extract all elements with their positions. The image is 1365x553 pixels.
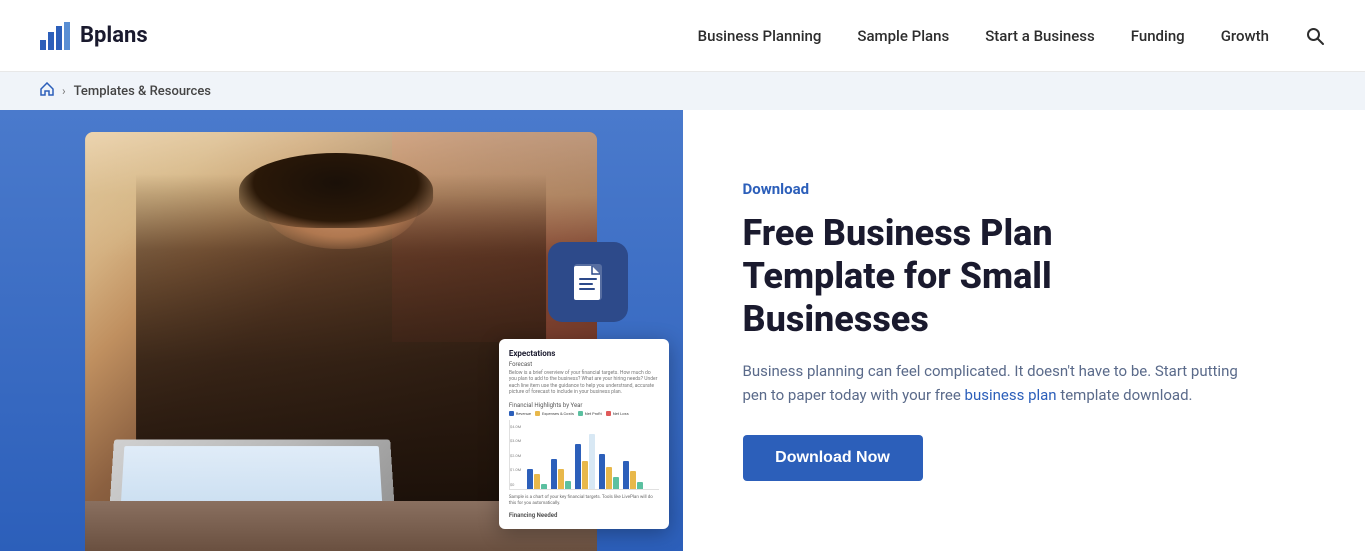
main-headline: Free Business Plan Template for Small Bu… [743,212,1306,342]
bar-1-revenue [527,469,533,489]
spreadsheet-section2: Financial Highlights by Year [509,402,659,409]
legend-dot-profit [578,411,583,416]
bar-5-expense [630,471,636,489]
hero-content: Download Free Business Plan Template for… [683,110,1365,551]
download-label: Download [743,180,1306,198]
bar-1-expense [534,474,540,489]
bar-3-extra [589,434,595,489]
bar-chart: $4.0M $3.0M $2.0M $1.0M $0 [509,420,659,490]
spreadsheet-financing: Financing Needed [509,512,659,519]
spreadsheet-title: Expectations [509,349,659,358]
business-plan-link[interactable]: business plan [965,386,1057,404]
logo-text: Bplans [80,23,148,48]
legend-net-profit: Net Profit [578,411,602,416]
nav-funding[interactable]: Funding [1131,27,1185,45]
bar-4-revenue [599,454,605,489]
legend-expenses: Expenses & Costs [535,411,574,416]
bar-1-profit [541,484,547,489]
download-now-button[interactable]: Download Now [743,435,923,481]
nav-business-planning[interactable]: Business Planning [698,27,822,45]
nav-growth[interactable]: Growth [1221,27,1269,45]
bar-2-expense [558,469,564,489]
bar-4-expense [606,467,612,489]
y-axis: $4.0M $3.0M $2.0M $1.0M $0 [510,424,521,489]
legend-dot-revenue [509,411,514,416]
search-icon[interactable] [1305,26,1325,46]
breadcrumb-home[interactable] [40,82,54,100]
nav-start-business[interactable]: Start a Business [985,27,1095,45]
headline-line3: Businesses [743,298,929,340]
logo-icon [40,22,72,50]
breadcrumb: › Templates & Resources [0,72,1365,110]
hero-image-area: Expectations Forecast Below is a brief o… [0,110,683,551]
logo[interactable]: Bplans [40,22,148,50]
legend-revenue: Revenue [509,411,531,416]
main-nav: Business Planning Sample Plans Start a B… [698,26,1325,46]
site-header: Bplans Business Planning Sample Plans St… [0,0,1365,72]
chart-legend: Revenue Expenses & Costs Net Profit Net … [509,411,659,416]
bar-5-profit [637,482,643,489]
headline-line2: Template for Small [743,255,1052,297]
legend-dot-expenses [535,411,540,416]
bar-3-expense [582,461,588,489]
legend-label-expenses: Expenses & Costs [542,411,574,416]
chart-group-2 [551,459,571,489]
breadcrumb-separator: › [62,84,66,98]
bar-3-revenue [575,444,581,489]
breadcrumb-current: Templates & Resources [74,84,211,99]
bar-4-profit [613,477,619,489]
headline-line1: Free Business Plan [743,212,1053,254]
photo-hair [239,153,434,228]
spreadsheet-section1-text: Below is a brief overview of your financ… [509,370,659,396]
bar-2-profit [565,481,571,489]
legend-label-profit: Net Profit [585,411,602,416]
bar-5-revenue [623,461,629,489]
bar-2-revenue [551,459,557,489]
chart-group-5 [623,461,643,489]
nav-sample-plans[interactable]: Sample Plans [857,27,949,45]
spreadsheet-footer: Sample is a chart of your key financial … [509,495,659,508]
spreadsheet-preview: Expectations Forecast Below is a brief o… [499,339,669,529]
legend-net-loss: Net Loss [606,411,629,416]
chart-group-4 [599,454,619,489]
chart-group-1 [527,469,547,489]
description-text: Business planning can feel complicated. … [743,359,1263,407]
legend-dot-loss [606,411,611,416]
main-content: Expectations Forecast Below is a brief o… [0,110,1365,551]
chart-group-3 [575,434,595,489]
spreadsheet-section1: Forecast [509,361,659,368]
document-icon [566,260,610,304]
legend-label-revenue: Revenue [516,411,531,416]
legend-label-loss: Net Loss [613,411,629,416]
document-icon-float [548,242,628,322]
